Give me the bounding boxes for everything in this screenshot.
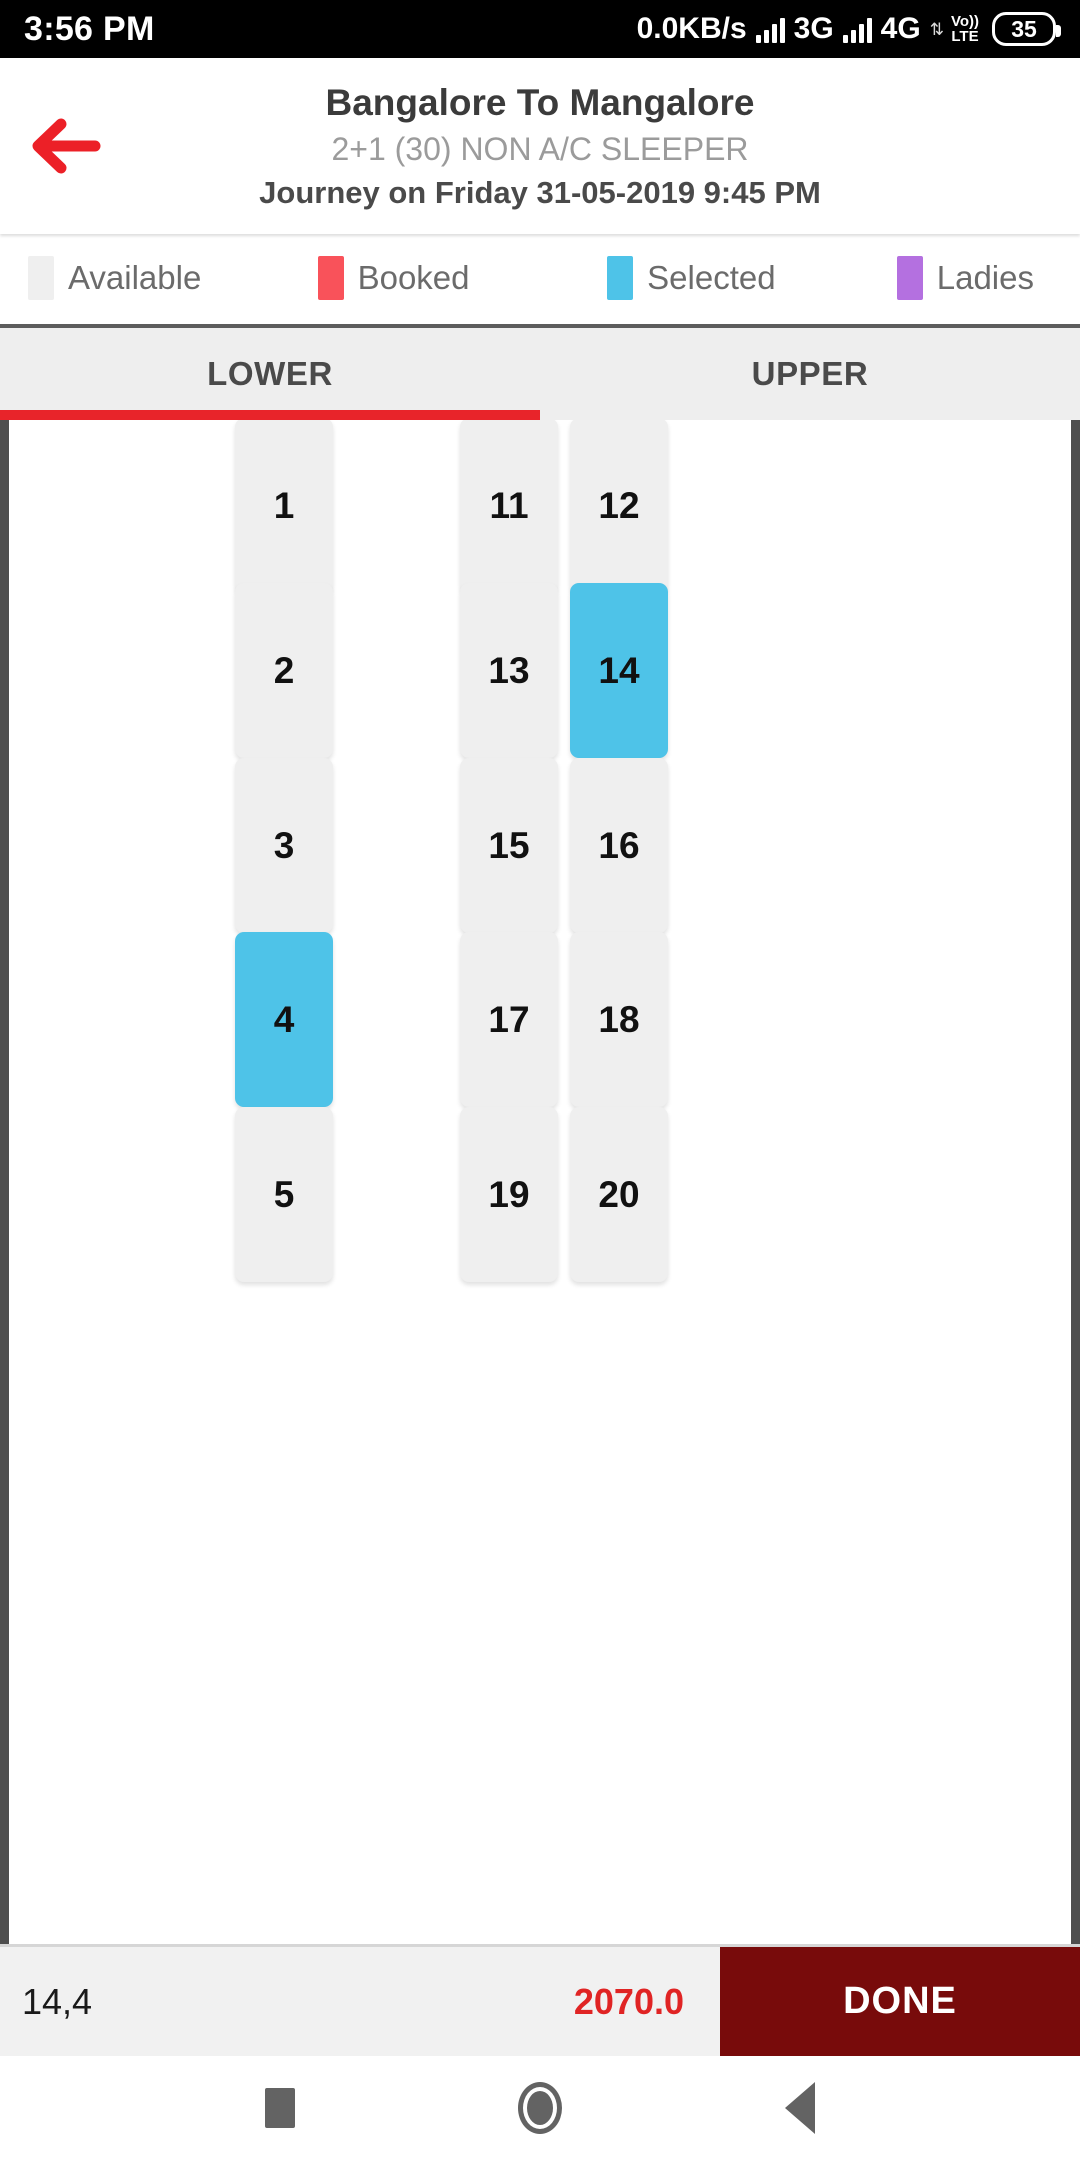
seat-18[interactable]: 18: [570, 932, 668, 1107]
seat-number-label: 2: [273, 649, 295, 691]
legend-swatch-booked: [317, 256, 344, 300]
app-header: Bangalore To Mangalore 2+1 (30) NON A/C …: [0, 58, 1080, 234]
data-transfer-icon: ⇅: [929, 19, 944, 39]
seat-number-label: 4: [273, 998, 295, 1040]
seat-17[interactable]: 17: [460, 932, 558, 1107]
deck-tabs: LOWER UPPER: [0, 324, 1080, 420]
circle-icon: [518, 2082, 562, 2134]
seat-2[interactable]: 2: [235, 583, 333, 758]
legend-swatch-selected: [607, 256, 634, 300]
journey-label: Journey on Friday 31-05-2019 9:45 PM: [259, 175, 821, 210]
seat-number-label: 14: [598, 649, 640, 691]
legend-label-booked: Booked: [357, 259, 470, 296]
legend-label-ladies: Ladies: [936, 259, 1034, 296]
seat-number-label: 5: [273, 1173, 295, 1215]
done-button[interactable]: DONE: [720, 1947, 1080, 2056]
header-text-block: Bangalore To Mangalore 2+1 (30) NON A/C …: [0, 80, 1080, 214]
selected-seats-label: 14,4: [22, 1980, 93, 2022]
tab-upper[interactable]: UPPER: [540, 328, 1080, 420]
seat-15[interactable]: 15: [460, 758, 558, 933]
seat-number-label: 13: [488, 649, 530, 691]
seat-grid: 1 11 12 2 13 14 3 15 16 4 17 18 5 19 20: [9, 420, 1071, 1944]
booking-summary-bar: 14,4 2070.0 DONE: [0, 1944, 1080, 2056]
home-button[interactable]: [495, 2063, 585, 2153]
seat-legend: Available Booked Selected Ladies: [0, 234, 1080, 324]
legend-label-selected: Selected: [647, 259, 776, 296]
legend-label-available: Available: [68, 259, 202, 296]
seat-number-label: 17: [488, 998, 530, 1040]
back-button[interactable]: [20, 106, 110, 186]
seat-11[interactable]: 11: [460, 420, 558, 593]
legend-swatch-ladies: [896, 256, 923, 300]
tab-lower[interactable]: LOWER: [0, 328, 540, 420]
seat-16[interactable]: 16: [570, 758, 668, 933]
seat-number-label: 19: [488, 1173, 530, 1215]
page-title: Bangalore To Mangalore: [325, 82, 755, 123]
seat-number-label: 11: [489, 484, 529, 526]
legend-item-available: Available: [28, 256, 318, 300]
legend-item-ladies: Ladies: [896, 256, 1052, 300]
legend-item-booked: Booked: [317, 256, 608, 300]
triangle-back-icon: [785, 2082, 815, 2134]
seat-number-label: 1: [273, 484, 295, 526]
seat-1[interactable]: 1: [235, 420, 333, 593]
summary-spacer: [92, 1947, 574, 2056]
seat-number-label: 16: [598, 824, 640, 866]
recents-button[interactable]: [235, 2063, 325, 2153]
seat-13[interactable]: 13: [460, 583, 558, 758]
network-speed: 0.0KB/s: [636, 12, 747, 45]
seat-number-label: 18: [598, 998, 640, 1040]
square-icon: [265, 2088, 295, 2128]
seat-12[interactable]: 12: [570, 420, 668, 593]
seat-4[interactable]: 4: [235, 932, 333, 1107]
seat-20[interactable]: 20: [570, 1107, 668, 1282]
seat-number-label: 3: [273, 824, 295, 866]
volte-icon: Vo)) LTE: [951, 14, 979, 44]
android-nav-bar: [0, 2056, 1080, 2160]
network-type-1: 3G: [793, 12, 834, 45]
tab-active-indicator: [0, 410, 540, 420]
status-time: 3:56 PM: [24, 9, 155, 48]
seat-number-label: 15: [488, 824, 530, 866]
signal-bars-2-icon: [842, 15, 872, 43]
seat-number-label: 12: [598, 484, 640, 526]
back-nav-button[interactable]: [755, 2063, 845, 2153]
total-price-label: 2070.0: [573, 1980, 684, 2022]
volte-bottom-text: LTE: [951, 28, 979, 45]
battery-indicator: 35: [992, 12, 1061, 46]
status-indicators: 0.0KB/s 3G 4G ⇅ Vo)) LTE 35: [636, 12, 1061, 46]
network-type-2: 4G: [880, 12, 921, 45]
signal-bars-1-icon: [755, 15, 785, 43]
seat-map-area[interactable]: 1 11 12 2 13 14 3 15 16 4 17 18 5 19 20: [0, 420, 1080, 1944]
bus-type-label: 2+1 (30) NON A/C SLEEPER: [331, 131, 749, 167]
legend-swatch-available: [28, 256, 54, 300]
seat-5[interactable]: 5: [235, 1107, 333, 1282]
back-arrow-icon: [32, 118, 101, 174]
app-screen: 3:56 PM 0.0KB/s 3G 4G ⇅ Vo)) LTE 35 Bang…: [0, 0, 1080, 2160]
seat-19[interactable]: 19: [460, 1107, 558, 1282]
legend-item-selected: Selected: [607, 256, 897, 300]
seat-14[interactable]: 14: [570, 583, 668, 758]
seat-3[interactable]: 3: [235, 758, 333, 933]
seat-number-label: 20: [598, 1173, 640, 1215]
status-bar: 3:56 PM 0.0KB/s 3G 4G ⇅ Vo)) LTE 35: [0, 0, 1080, 58]
